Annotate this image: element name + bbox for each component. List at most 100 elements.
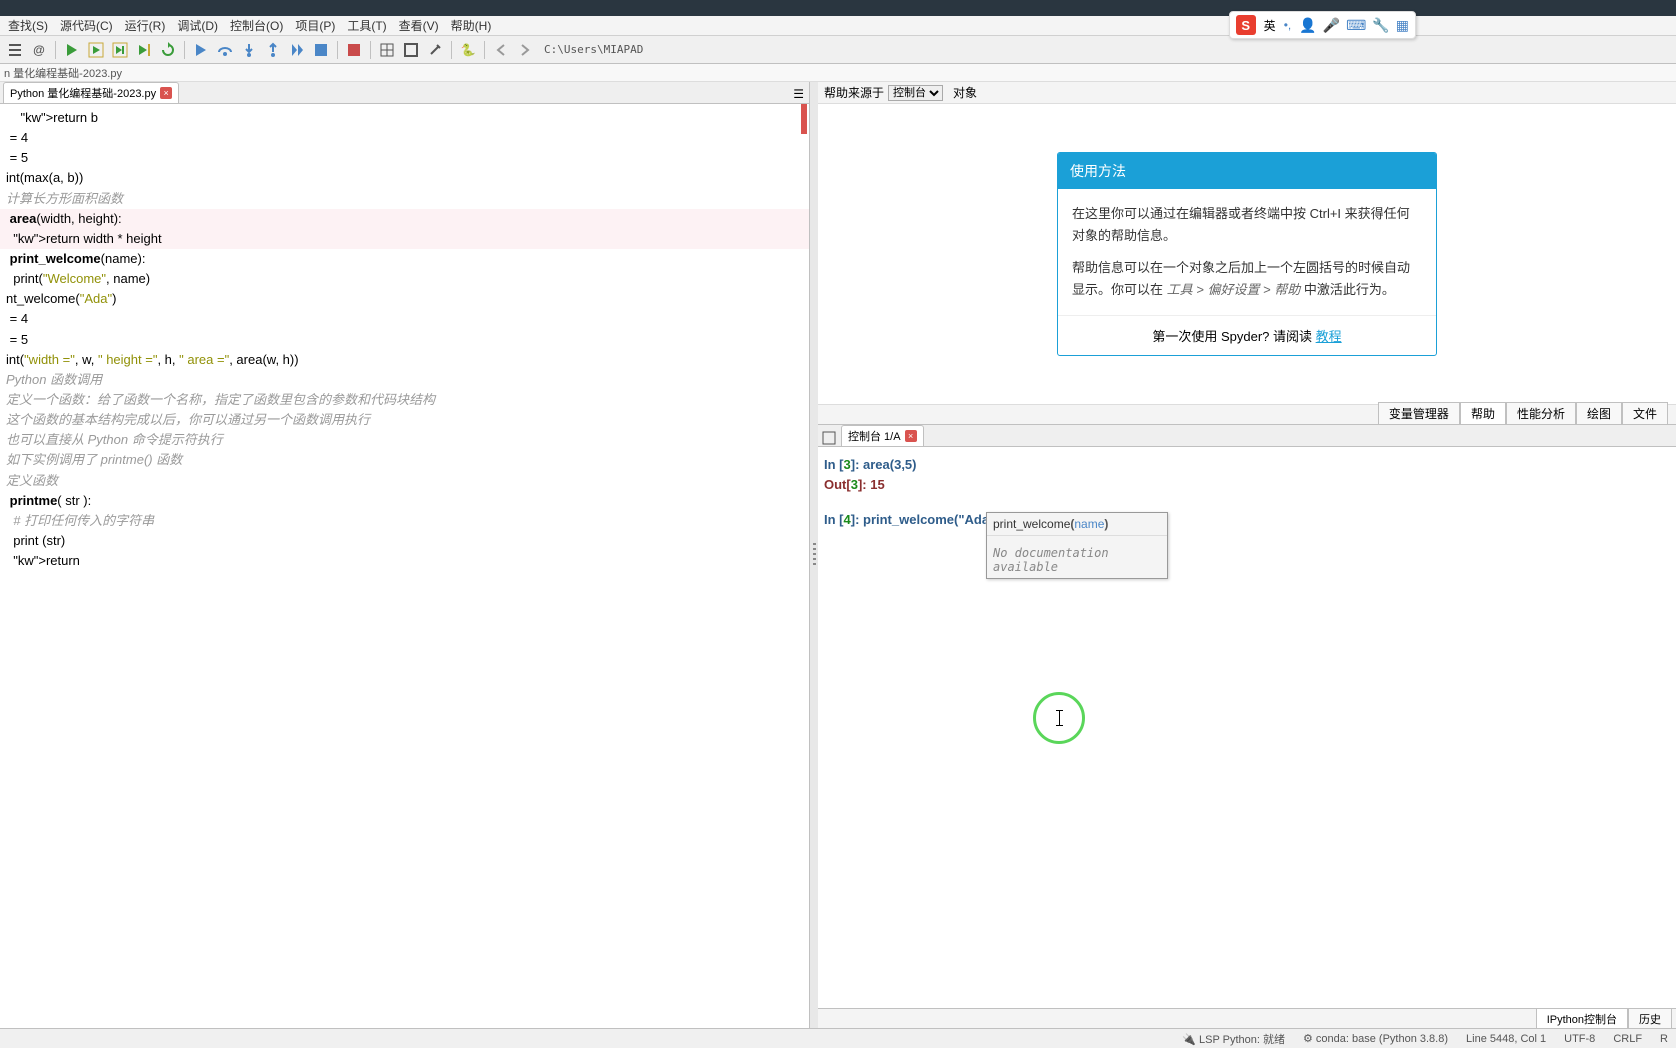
- menu-console[interactable]: 控制台(O): [224, 15, 289, 36]
- code-line[interactable]: print (str): [0, 531, 809, 551]
- code-line[interactable]: printme( str ):: [0, 491, 809, 511]
- menu-debug[interactable]: 调试(D): [171, 15, 224, 36]
- code-line[interactable]: = 4: [0, 309, 809, 329]
- status-line-col[interactable]: Line 5448, Col 1: [1466, 1033, 1546, 1045]
- back-icon[interactable]: [490, 39, 512, 61]
- code-line[interactable]: 定义一个函数：给了函数一个名称，指定了函数里包含的参数和代码块结构: [0, 390, 809, 410]
- code-line[interactable]: int(max(a, b)): [0, 168, 809, 188]
- status-encoding[interactable]: UTF-8: [1564, 1033, 1595, 1045]
- python-path-icon[interactable]: 🐍: [457, 39, 479, 61]
- ime-toolbar[interactable]: S 英 •, 👤 🎤 ⌨ 🔧 ▦: [1229, 11, 1416, 39]
- tab-variable-explorer[interactable]: 变量管理器: [1378, 402, 1460, 424]
- at-icon[interactable]: @: [28, 39, 50, 61]
- help-header: 帮助来源于 控制台 对象: [818, 82, 1676, 104]
- code-line[interactable]: nt_welcome("Ada"): [0, 289, 809, 309]
- code-line[interactable]: "kw">return width * height: [0, 229, 809, 249]
- step-out-icon[interactable]: [262, 39, 284, 61]
- code-line[interactable]: int("width =", w, " height =", h, " area…: [0, 350, 809, 370]
- ime-keyboard-icon[interactable]: ⌨: [1346, 17, 1366, 34]
- close-tab-icon[interactable]: ×: [160, 87, 172, 99]
- code-line[interactable]: = 4: [0, 128, 809, 148]
- tab-plots[interactable]: 绘图: [1576, 402, 1622, 424]
- step-over-icon[interactable]: [214, 39, 236, 61]
- code-line[interactable]: print_welcome(name):: [0, 249, 809, 269]
- code-line[interactable]: 计算长方形面积函数: [0, 189, 809, 209]
- layout-icon[interactable]: [376, 39, 398, 61]
- run-cell-icon[interactable]: [85, 39, 107, 61]
- help-card: 使用方法 在这里你可以通过在编辑器或者终端中按 Ctrl+I 来获得任何对象的帮…: [1057, 152, 1437, 356]
- code-line[interactable]: = 5: [0, 148, 809, 168]
- help-source-label: 帮助来源于: [824, 84, 884, 101]
- breadcrumb-text: n 量化编程基础-2023.py: [4, 65, 122, 81]
- menu-tools[interactable]: 工具(T): [341, 15, 392, 36]
- tooltip-doc: No documentation available: [987, 535, 1167, 578]
- menu-project[interactable]: 项目(P): [289, 15, 341, 36]
- code-line[interactable]: Python 函数调用: [0, 370, 809, 390]
- code-line[interactable]: 如下实例调用了 printme() 函数: [0, 450, 809, 470]
- stop-debug-icon[interactable]: [310, 39, 332, 61]
- code-line[interactable]: print("Welcome", name): [0, 269, 809, 289]
- signature-tooltip: print_welcome(name) No documentation ava…: [986, 512, 1168, 579]
- tab-ipython-console[interactable]: IPython控制台: [1536, 1008, 1628, 1030]
- console-tabbar: 控制台 1/A ×: [818, 425, 1676, 447]
- code-line[interactable]: 这个函数的基本结构完成以后，你可以通过另一个函数调用执行: [0, 410, 809, 430]
- run-selection-icon[interactable]: [133, 39, 155, 61]
- help-object-label: 对象: [953, 84, 977, 101]
- outline-icon[interactable]: [4, 39, 26, 61]
- rerun-icon[interactable]: [157, 39, 179, 61]
- tutorial-link[interactable]: 教程: [1316, 329, 1342, 344]
- ime-punct-icon[interactable]: •,: [1284, 18, 1292, 32]
- editor-menu-icon[interactable]: ☰: [791, 85, 806, 103]
- debug-icon[interactable]: [190, 39, 212, 61]
- code-editor[interactable]: "kw">return b = 4 = 5int(max(a, b))计算长方形…: [0, 104, 809, 1028]
- tab-profiler[interactable]: 性能分析: [1506, 402, 1576, 424]
- menu-run[interactable]: 运行(R): [119, 15, 172, 36]
- continue-icon[interactable]: [286, 39, 308, 61]
- preferences-icon[interactable]: [424, 39, 446, 61]
- window-titlebar: [0, 0, 1676, 16]
- code-line[interactable]: "kw">return: [0, 551, 809, 571]
- menu-find[interactable]: 查找(S): [2, 15, 54, 36]
- step-into-icon[interactable]: [238, 39, 260, 61]
- console-body[interactable]: In [3]: area(3,5) Out[3]: 15 In [4]: pri…: [818, 447, 1676, 1008]
- menu-source[interactable]: 源代码(C): [54, 15, 119, 36]
- tab-help[interactable]: 帮助: [1460, 402, 1506, 424]
- stop-icon[interactable]: [343, 39, 365, 61]
- console-tab[interactable]: 控制台 1/A ×: [841, 425, 924, 446]
- code-line[interactable]: 定义函数: [0, 471, 809, 491]
- menu-help[interactable]: 帮助(H): [445, 15, 498, 36]
- ime-grid-icon[interactable]: ▦: [1396, 17, 1409, 34]
- tab-files[interactable]: 文件: [1622, 402, 1668, 424]
- code-line[interactable]: # 打印任何传入的字符串: [0, 511, 809, 531]
- help-footer: 第一次使用 Spyder? 请阅读 教程: [1058, 315, 1436, 355]
- code-line[interactable]: area(width, height):: [0, 209, 809, 229]
- help-body-1: 在这里你可以通过在编辑器或者终端中按 Ctrl+I 来获得任何对象的帮助信息。: [1072, 203, 1422, 247]
- editor-tab[interactable]: Python 量化编程基础-2023.py ×: [3, 82, 179, 103]
- close-console-icon[interactable]: ×: [905, 430, 917, 442]
- ime-person-icon[interactable]: 👤: [1299, 17, 1316, 34]
- text-cursor-icon: [1059, 710, 1060, 726]
- status-eol[interactable]: CRLF: [1613, 1033, 1642, 1045]
- console-out-3: Out[3]: 15: [824, 475, 1670, 495]
- help-source-select[interactable]: 控制台: [888, 85, 943, 101]
- menu-view[interactable]: 查看(V): [393, 15, 445, 36]
- run-cell-advance-icon[interactable]: [109, 39, 131, 61]
- run-icon[interactable]: [61, 39, 83, 61]
- ime-icons: 👤 🎤 ⌨ 🔧 ▦: [1299, 17, 1409, 34]
- ime-lang[interactable]: 英: [1264, 17, 1276, 34]
- console-menu-icon[interactable]: [821, 430, 837, 446]
- status-conda[interactable]: ⚙ conda: base (Python 3.8.8): [1303, 1032, 1448, 1045]
- help-card-title: 使用方法: [1058, 153, 1436, 189]
- code-line[interactable]: = 5: [0, 330, 809, 350]
- code-line[interactable]: "kw">return b: [0, 108, 809, 128]
- editor-tabbar: Python 量化编程基础-2023.py × ☰: [0, 82, 809, 104]
- code-line[interactable]: 也可以直接从 Python 命令提示符执行: [0, 430, 809, 450]
- tab-history[interactable]: 历史: [1628, 1008, 1672, 1030]
- forward-icon[interactable]: [514, 39, 536, 61]
- splitter[interactable]: [810, 82, 818, 1028]
- ime-mic-icon[interactable]: 🎤: [1323, 17, 1340, 34]
- maximize-icon[interactable]: [400, 39, 422, 61]
- console-pane: 控制台 1/A × In [3]: area(3,5) Out[3]: 15 I…: [818, 424, 1676, 1028]
- ime-tool-icon[interactable]: 🔧: [1372, 17, 1389, 34]
- console-in-4[interactable]: In [4]: print_welcome("Ada: [824, 510, 1670, 530]
